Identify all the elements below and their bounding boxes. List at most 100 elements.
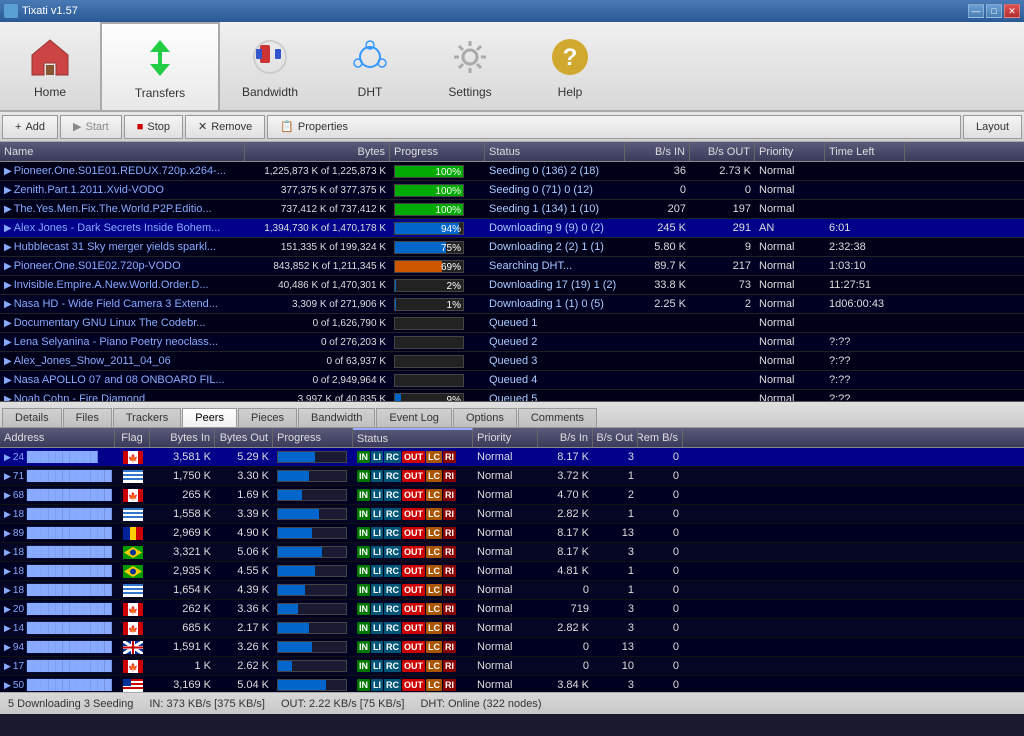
badge-li: LI (371, 451, 383, 463)
col-status-header: Status (485, 142, 625, 161)
table-row[interactable]: ▶ Nasa APOLLO 07 and 08 ONBOARD FIL... 0… (0, 371, 1024, 390)
row-bsout (690, 333, 755, 351)
tab-pieces[interactable]: Pieces (238, 408, 297, 427)
peer-address: ▶ 68 ████████████ 6 (0, 486, 115, 504)
peer-rem: 0 (638, 600, 683, 618)
table-row[interactable]: ▶ Noah Cohn - Fire Diamond 3,997 K of 40… (0, 390, 1024, 402)
tab-options[interactable]: Options (453, 408, 517, 427)
badge-ri: RI (443, 565, 456, 577)
peer-row[interactable]: ▶ 24 ██████████ 🍁 3,581 K 5.29 K IN LI R… (0, 448, 1024, 467)
peers-container[interactable]: Address Flag Bytes In Bytes Out Progress… (0, 428, 1024, 692)
badge-li: LI (371, 679, 383, 691)
peer-row[interactable]: ▶ 94 ████████████ 1,591 K 3.26 K IN LI R… (0, 638, 1024, 657)
minimize-button[interactable]: — (968, 4, 984, 18)
row-timeleft (825, 200, 905, 218)
tab-details[interactable]: Details (2, 408, 62, 427)
add-button[interactable]: + Add (2, 115, 58, 139)
row-progress (390, 333, 485, 351)
peer-row[interactable]: ▶ 18 ████████████ 3,321 K 5.06 K IN LI R… (0, 543, 1024, 562)
peer-rem: 0 (638, 467, 683, 485)
peer-row[interactable]: ▶ 89 ████████████ 3 2,969 K 4.90 K IN LI… (0, 524, 1024, 543)
peer-row[interactable]: ▶ 71 ████████████ 1,750 K 3.30 K IN LI R… (0, 467, 1024, 486)
peer-row[interactable]: ▶ 17 ████████████ 31 🍁 1 K 2.62 K IN LI … (0, 657, 1024, 676)
row-timeleft: 2:32:38 (825, 238, 905, 256)
row-bytes: 737,412 K of 737,412 K (245, 200, 390, 218)
peer-bytesout: 3.39 K (215, 505, 273, 523)
tab-trackers[interactable]: Trackers (113, 408, 181, 427)
table-row[interactable]: ▶ Documentary GNU Linux The Codebr... 0 … (0, 314, 1024, 333)
peer-status: IN LI RC OUT LC RI (353, 676, 473, 692)
peer-row[interactable]: ▶ 20 ████████████ 🍁 262 K 3.36 K IN LI R… (0, 600, 1024, 619)
peer-row[interactable]: ▶ 68 ████████████ 6 🍁 265 K 1.69 K IN LI… (0, 486, 1024, 505)
badge-in: IN (357, 451, 370, 463)
peer-bsout: 13 (593, 638, 638, 656)
peers-col-bsin: B/s In (538, 428, 593, 447)
peers-col-bytesin: Bytes In (150, 428, 215, 447)
table-row[interactable]: ▶ Lena Selyanina - Piano Poetry neoclass… (0, 333, 1024, 352)
start-button[interactable]: ▶ Start (60, 115, 122, 139)
badge-ri: RI (443, 451, 456, 463)
table-row[interactable]: ▶ Alex_Jones_Show_2011_04_06 0 of 63,937… (0, 352, 1024, 371)
peer-expand: ▶ (4, 490, 11, 501)
peers-col-bsout: B/s Out (593, 428, 638, 447)
peer-bytesout: 5.06 K (215, 543, 273, 561)
window-controls[interactable]: — □ ✕ (968, 4, 1020, 18)
stop-icon: ■ (137, 121, 144, 133)
remove-button[interactable]: ✕ Remove (185, 115, 265, 139)
peer-status: IN LI RC OUT LC RI (353, 562, 473, 580)
badge-li: LI (371, 641, 383, 653)
maximize-button[interactable]: □ (986, 4, 1002, 18)
settings-button[interactable]: Settings (420, 22, 520, 110)
peer-bsout: 3 (593, 448, 638, 466)
table-row[interactable]: ▶ Pioneer.One.S01E02.720p-VODO 843,852 K… (0, 257, 1024, 276)
row-bsin (625, 333, 690, 351)
table-row[interactable]: ▶ Pioneer.One.S01E01.REDUX.720p.x264-...… (0, 162, 1024, 181)
transfers-table[interactable]: Name Bytes Progress Status B/s IN B/s OU… (0, 142, 1024, 402)
peer-priority: Normal (473, 619, 538, 637)
dht-icon (346, 33, 394, 81)
tab-comments[interactable]: Comments (518, 408, 597, 427)
peer-row[interactable]: ▶ 18 ████████████ 0 2,935 K 4.55 K IN LI… (0, 562, 1024, 581)
stop-button[interactable]: ■ Stop (124, 115, 183, 139)
table-row[interactable]: ▶ Alex Jones - Dark Secrets Inside Bohem… (0, 219, 1024, 238)
peer-flag (115, 524, 150, 542)
peer-rem: 0 (638, 619, 683, 637)
dht-button[interactable]: DHT (320, 22, 420, 110)
properties-button[interactable]: 📋 Properties (267, 115, 961, 139)
peer-row[interactable]: ▶ 18 ████████████ 1,558 K 3.39 K IN LI R… (0, 505, 1024, 524)
tab-peers[interactable]: Peers (182, 408, 237, 427)
table-row[interactable]: ▶ Nasa HD - Wide Field Camera 3 Extend..… (0, 295, 1024, 314)
peer-rem: 0 (638, 657, 683, 675)
bandwidth-button[interactable]: Bandwidth (220, 22, 320, 110)
row-bsout: 197 (690, 200, 755, 218)
col-bytes-header: Bytes (245, 142, 390, 161)
tab-eventlog[interactable]: Event Log (376, 408, 452, 427)
tab-bandwidth[interactable]: Bandwidth (298, 408, 375, 427)
table-row[interactable]: ▶ The.Yes.Men.Fix.The.World.P2P.Editio..… (0, 200, 1024, 219)
peer-flag (115, 562, 150, 580)
tab-files[interactable]: Files (63, 408, 112, 427)
home-icon (26, 33, 74, 81)
home-button[interactable]: Home (0, 22, 100, 110)
table-row[interactable]: ▶ Invisible.Empire.A.New.World.Order.D..… (0, 276, 1024, 295)
row-timeleft (825, 162, 905, 180)
layout-button[interactable]: Layout (963, 115, 1022, 139)
row-name: ▶ The.Yes.Men.Fix.The.World.P2P.Editio..… (0, 200, 245, 218)
close-button[interactable]: ✕ (1004, 4, 1020, 18)
help-button[interactable]: ? Help (520, 22, 620, 110)
badge-lc: LC (426, 527, 442, 539)
peer-row[interactable]: ▶ 50 ████████████ 3,169 K 5.04 K IN LI R… (0, 676, 1024, 692)
row-name: ▶ Zenith.Part.1.2011.Xvid-VODO (0, 181, 245, 199)
settings-label: Settings (448, 85, 491, 99)
bottom-section: Details Files Trackers Peers Pieces Band… (0, 402, 1024, 692)
badge-lc: LC (426, 546, 442, 558)
table-row[interactable]: ▶ Zenith.Part.1.2011.Xvid-VODO 377,375 K… (0, 181, 1024, 200)
badge-in: IN (357, 679, 370, 691)
peer-row[interactable]: ▶ 14 ████████████ 2 🍁 685 K 2.17 K IN LI… (0, 619, 1024, 638)
transfers-button[interactable]: Transfers (100, 22, 220, 110)
peer-address: ▶ 18 ████████████ (0, 543, 115, 561)
table-row[interactable]: ▶ Hubblecast 31 Sky merger yields sparkl… (0, 238, 1024, 257)
peer-row[interactable]: ▶ 18 ████████████ 1,654 K 4.39 K IN LI R… (0, 581, 1024, 600)
app-icon (4, 4, 18, 18)
badge-li: LI (371, 584, 383, 596)
